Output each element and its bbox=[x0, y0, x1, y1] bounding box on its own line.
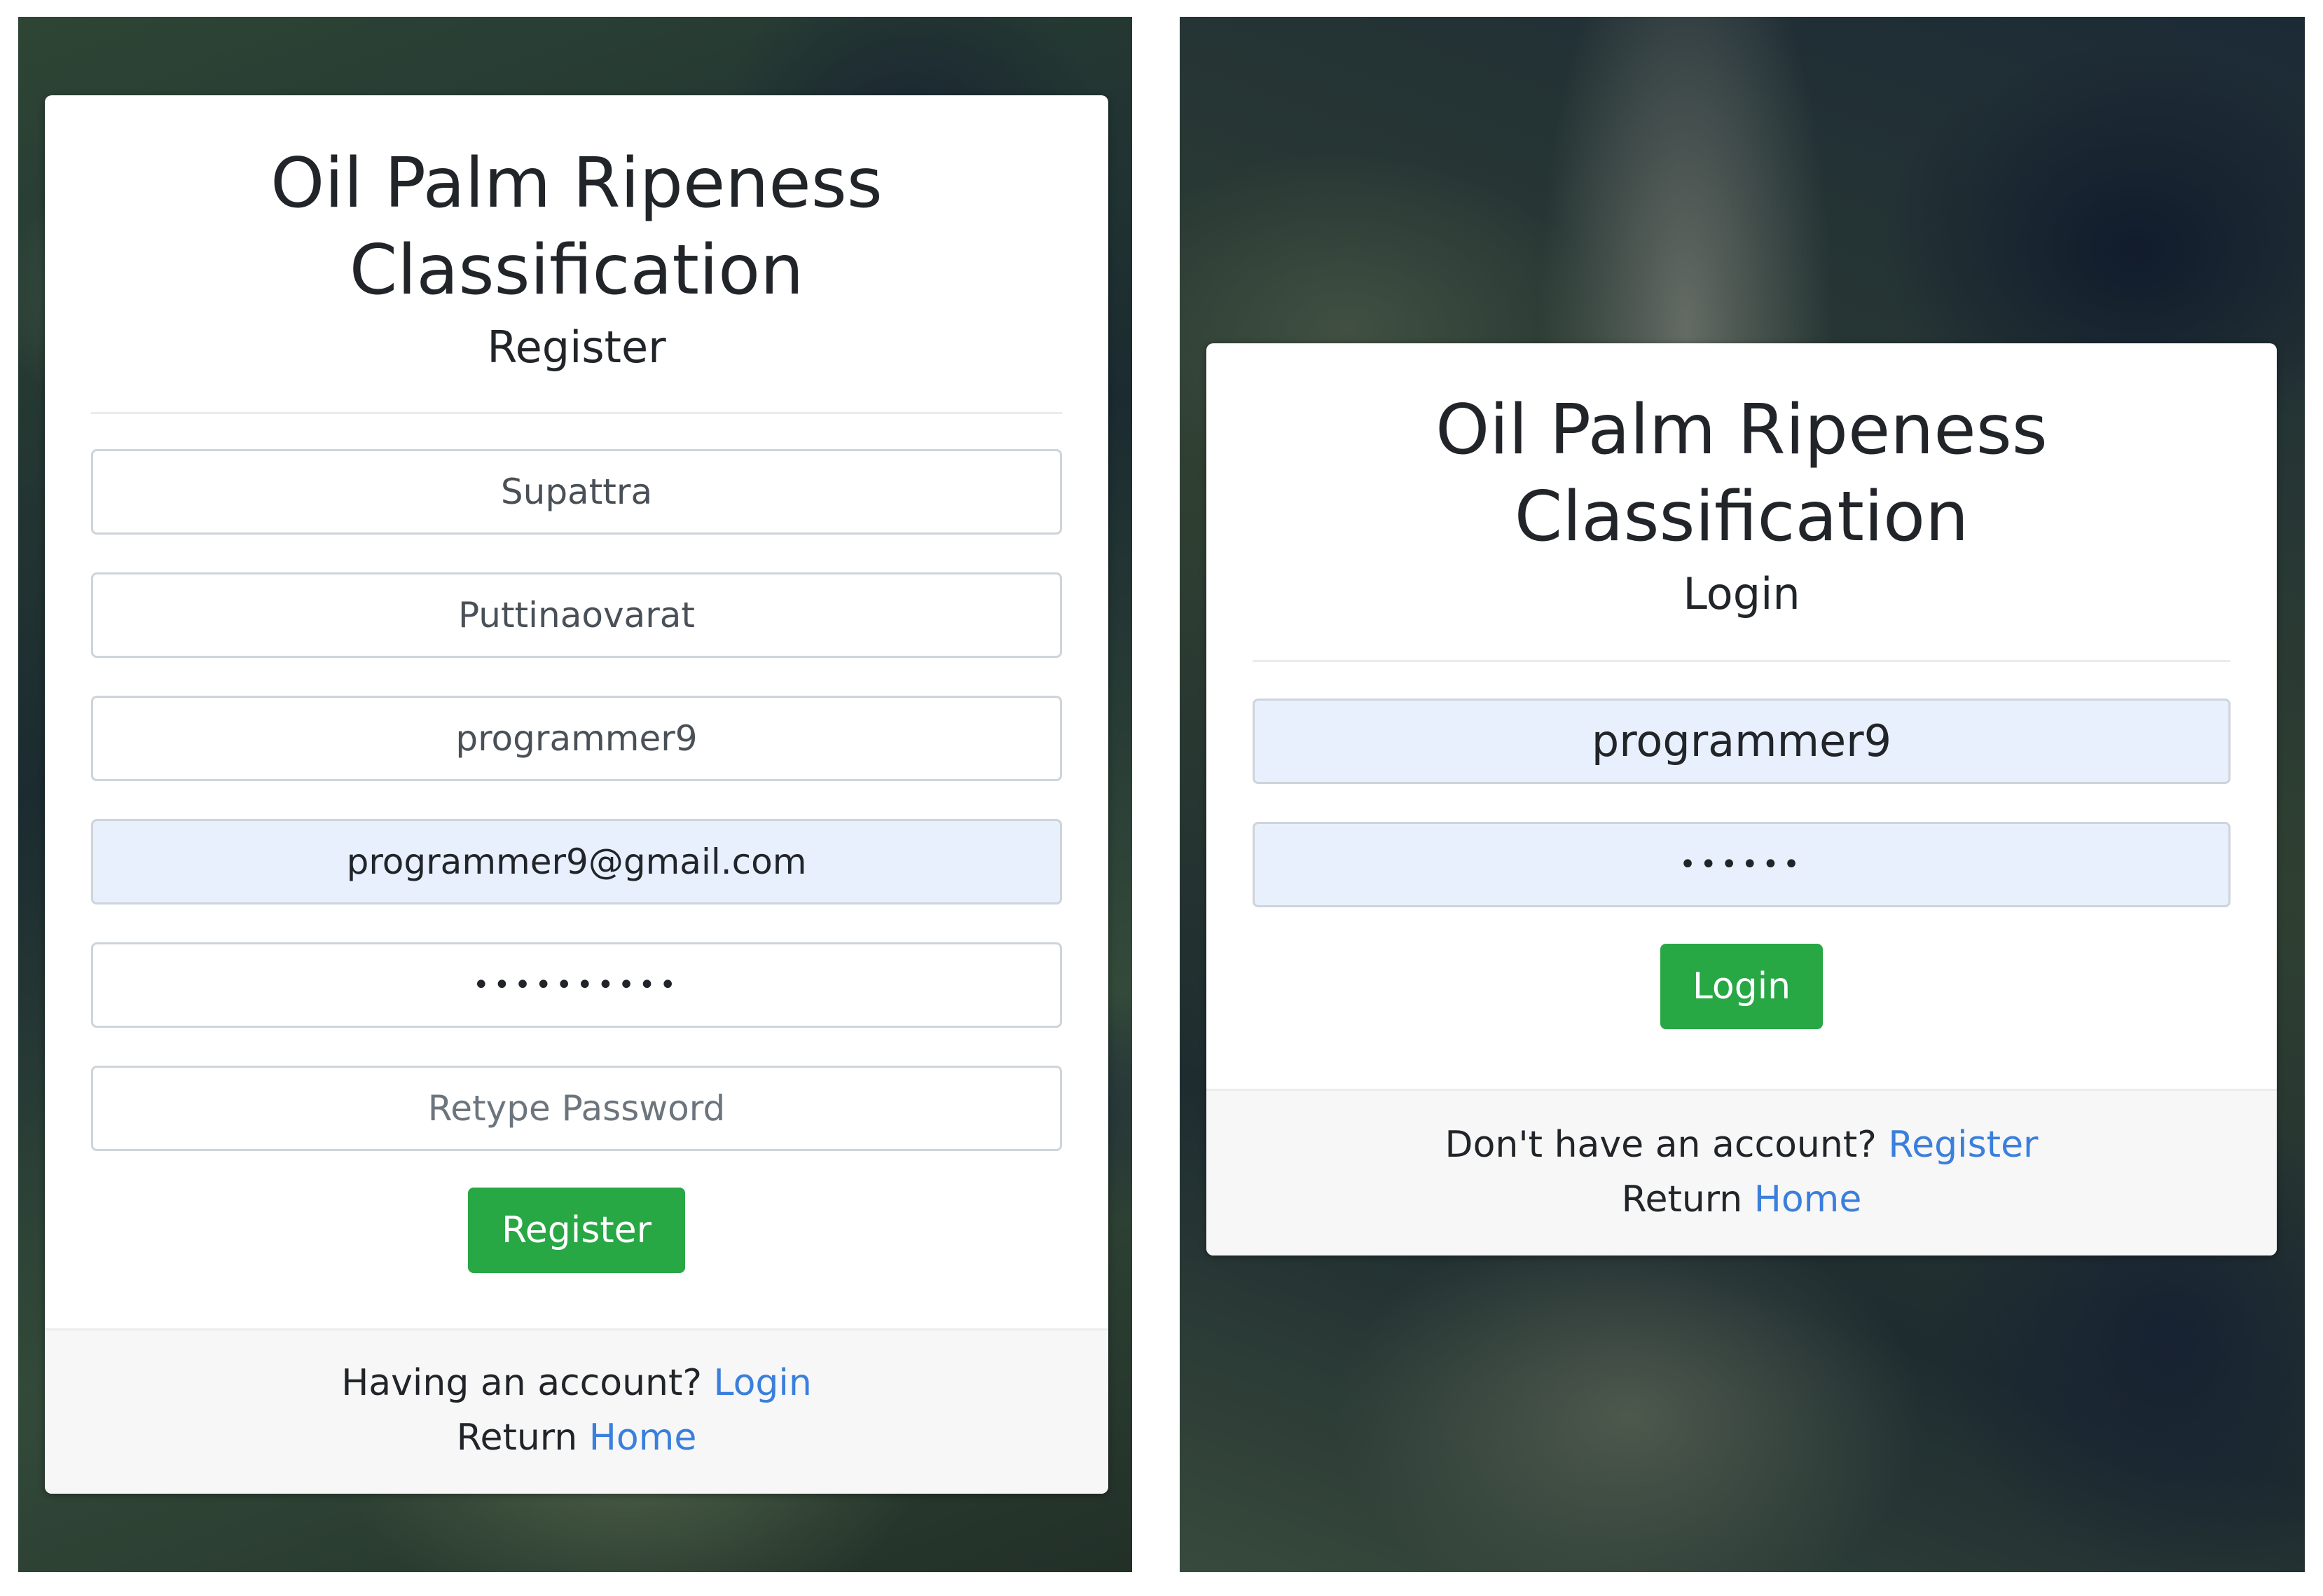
login-card-footer: Don't have an account? Register Return H… bbox=[1206, 1089, 2277, 1256]
form-heading: Login bbox=[1683, 568, 1800, 619]
app-title-line-1: Oil Palm Ripeness bbox=[270, 144, 883, 223]
login-link[interactable]: Login bbox=[714, 1362, 812, 1404]
register-card: Oil Palm Ripeness Classification Registe… bbox=[45, 95, 1108, 1494]
form-heading: Register bbox=[487, 322, 666, 373]
heading-divider bbox=[1253, 660, 2231, 662]
first-name-input[interactable]: Supattra bbox=[91, 449, 1062, 535]
footer-return-line: Return Home bbox=[1206, 1172, 2277, 1227]
app-title-line-1: Oil Palm Ripeness bbox=[1435, 390, 2048, 470]
password-input[interactable]: •••••• bbox=[1253, 822, 2231, 907]
app-title: Oil Palm Ripeness Classification bbox=[91, 140, 1062, 314]
home-link[interactable]: Home bbox=[589, 1417, 697, 1459]
register-card-body: Oil Palm Ripeness Classification Registe… bbox=[45, 95, 1108, 1273]
footer-return-text: Return bbox=[1621, 1178, 1743, 1220]
footer-return-line: Return Home bbox=[45, 1410, 1108, 1465]
email-input[interactable]: programmer9@gmail.com bbox=[91, 819, 1062, 904]
login-screen: Oil Palm Ripeness Classification Login p… bbox=[1180, 17, 2305, 1572]
footer-login-line: Having an account? Login bbox=[45, 1356, 1108, 1410]
register-button[interactable]: Register bbox=[468, 1188, 685, 1273]
footer-return-text: Return bbox=[456, 1417, 578, 1459]
login-card-body: Oil Palm Ripeness Classification Login p… bbox=[1206, 343, 2277, 1029]
username-input[interactable]: programmer9 bbox=[1253, 699, 2231, 784]
footer-register-line: Don't have an account? Register bbox=[1206, 1117, 2277, 1172]
password-input[interactable]: •••••••••• bbox=[91, 942, 1062, 1028]
footer-prompt-text: Having an account? bbox=[341, 1362, 702, 1404]
app-title-line-2: Classification bbox=[349, 231, 804, 310]
footer-prompt-text: Don't have an account? bbox=[1445, 1124, 1877, 1166]
app-title-line-2: Classification bbox=[1514, 477, 1969, 557]
last-name-input[interactable]: Puttinaovarat bbox=[91, 572, 1062, 658]
app-title: Oil Palm Ripeness Classification bbox=[1253, 387, 2231, 560]
heading-divider bbox=[91, 412, 1062, 414]
register-card-footer: Having an account? Login Return Home bbox=[45, 1328, 1108, 1494]
login-card: Oil Palm Ripeness Classification Login p… bbox=[1206, 343, 2277, 1256]
login-button[interactable]: Login bbox=[1660, 944, 1823, 1029]
register-link[interactable]: Register bbox=[1888, 1124, 2038, 1166]
retype-password-input[interactable]: Retype Password bbox=[91, 1066, 1062, 1151]
username-input[interactable]: programmer9 bbox=[91, 696, 1062, 781]
register-screen: Oil Palm Ripeness Classification Registe… bbox=[18, 17, 1132, 1572]
home-link[interactable]: Home bbox=[1754, 1178, 1862, 1220]
